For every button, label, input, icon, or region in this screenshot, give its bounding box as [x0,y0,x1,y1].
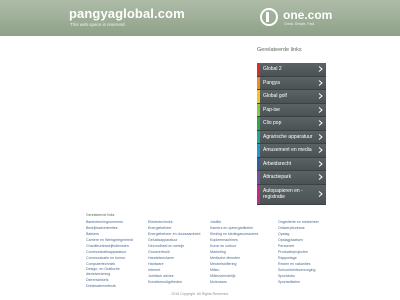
color-accent-bar [257,90,260,103]
color-accent-bar [257,184,260,204]
related-link-item[interactable]: Autopapieren en -registratie [257,184,326,205]
related-link-item[interactable]: Global 2 [257,63,326,77]
color-accent-bar [257,144,260,157]
footer-links: Bankrekeningnummers Bedrijfsadvertenties B… [86,219,336,289]
color-accent-bar [257,157,260,170]
related-link-item[interactable]: Arbeidsrecht [257,157,326,171]
footer-link[interactable]: Kunstbenodigdheden [148,279,206,285]
footer-link[interactable]: Design- en Grafische dienstverlening [86,267,144,277]
related-links-list: Global 2 Pangya Global golf Pap-ise Clio pop… [257,63,326,205]
related-link-label: Global golf [263,93,287,99]
related-link-item[interactable]: Pap-ise [257,103,326,117]
color-accent-bar [257,171,260,184]
footer-link-column: Elektrotechniek Energiebeheer Energiebehee… [148,219,206,289]
chevron-right-icon [318,174,323,181]
chevron-right-icon [318,120,323,127]
related-link-label: Amusement en media [263,147,312,153]
related-link-label: Pangya [263,79,280,86]
chevron-right-icon [318,93,323,100]
color-accent-bar [257,76,260,89]
brand-logo-link[interactable]: one.com Great. Simple. Fast. [259,6,339,30]
site-subtitle: This web space is reserved. [70,22,126,27]
related-link-label: Agrarische apparatuur [263,133,313,140]
related-link-item[interactable]: Attractiepark [257,171,326,185]
footer-link-column: Ongedierte en tuinbeheer Ontwerpbureaus Op… [278,219,336,289]
footer-link[interactable]: Molenaars [210,279,274,285]
related-link-label: Autopapieren en -registratie [263,187,303,201]
related-link-label: Arbeidsrecht [263,160,292,167]
related-link-item[interactable]: Clio pop [257,117,326,131]
related-link-label: Attractiepark [263,174,292,180]
footer-link-column: Justitie Kamers en opbergartikelen Kleding… [210,219,274,289]
copyright: 2016 Copyright. All Rights Reserved. [171,292,229,296]
chevron-right-icon [318,79,323,86]
related-link-label: Clio pop [263,120,282,126]
related-link-item[interactable]: Amusement en media [257,144,326,158]
chevron-right-icon [318,133,323,140]
onecom-power-icon [260,8,278,26]
footer-link[interactable]: Sportartikelen [278,279,336,285]
related-link-label: Pap-ise [263,106,280,113]
color-accent-bar [257,117,260,130]
site-title[interactable]: pangyaglobal.com [69,6,185,21]
related-links-heading: Gerelateerde links [257,47,302,53]
color-accent-bar [257,63,260,76]
site-header: pangyaglobal.com This web space is reser… [0,0,400,36]
chevron-right-icon [318,160,323,167]
color-accent-bar [257,130,260,143]
color-accent-bar [257,103,260,116]
related-link-item[interactable]: Global golf [257,90,326,104]
related-link-label: Global 2 [263,66,282,72]
chevron-right-icon [318,147,323,154]
brand-tagline: Great. Simple. Fast. [284,22,316,26]
related-link-item[interactable]: Pangya [257,76,326,90]
footer-link[interactable]: Drinkwaterverbruik [86,283,144,289]
chevron-right-icon [318,106,323,113]
brand-name: one.com [283,8,333,22]
footer-link-column: Bankrekeningnummers Bedrijfsadvertenties B… [86,219,144,289]
related-link-item[interactable]: Agrarische apparatuur [257,130,326,144]
chevron-right-icon [318,66,323,73]
footer-links-heading: Gerelateerde links [86,213,115,217]
chevron-right-icon [318,191,323,197]
